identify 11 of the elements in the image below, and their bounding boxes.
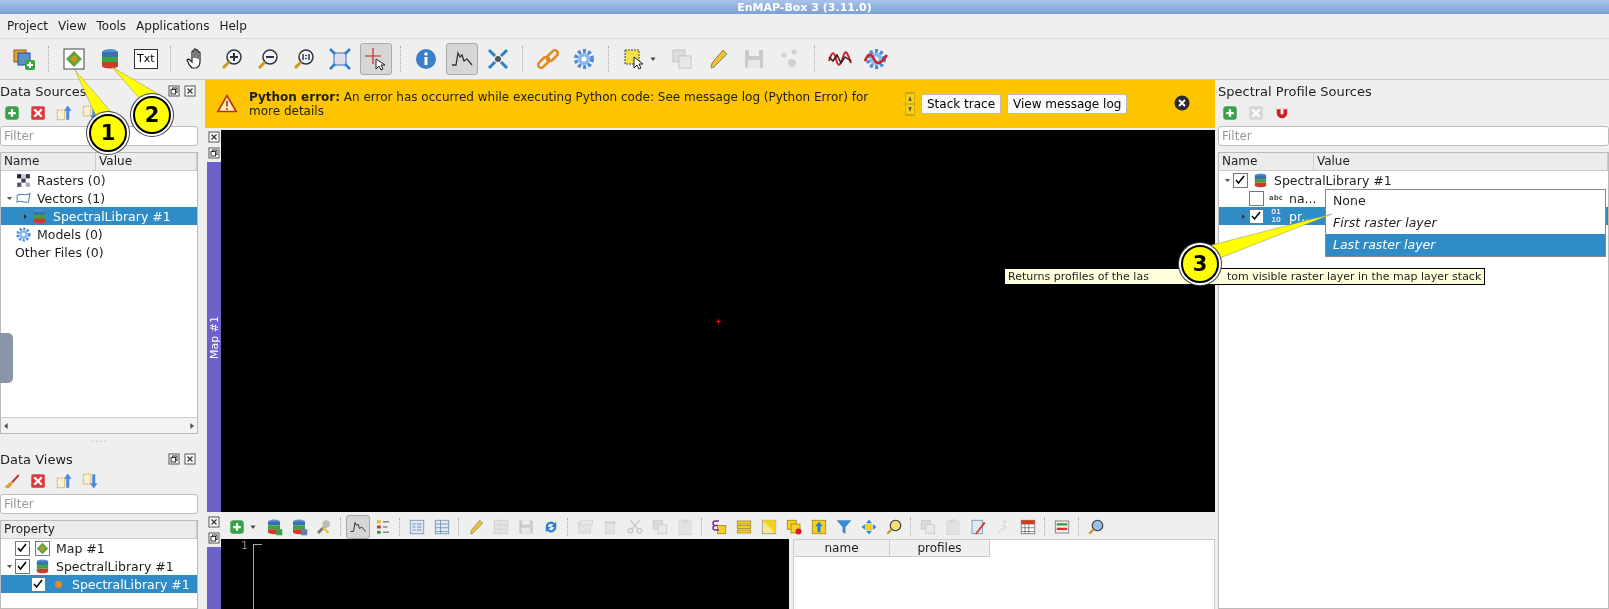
callout-number: 2 — [133, 96, 171, 134]
window-title: EnMAP-Box 3 (3.11.0) — [737, 0, 872, 14]
callout-number: 1 — [89, 114, 127, 152]
panel-title: Data Views — [0, 451, 73, 467]
panel-title: Spectral Profile Sources — [1218, 83, 1372, 99]
panel-title: Data Sources — [0, 83, 87, 99]
tooltip-text: Returns profiles of the las — [1008, 270, 1149, 283]
tooltip-text: tom visible raster layer in the map layer stack — [1226, 270, 1482, 283]
error-message: Python error: An error has occurred while executing Python code: See message log (Python Error) for more details — [249, 90, 870, 118]
line-number: 1 — [241, 539, 249, 554]
callout-number: 3 — [1181, 245, 1219, 283]
